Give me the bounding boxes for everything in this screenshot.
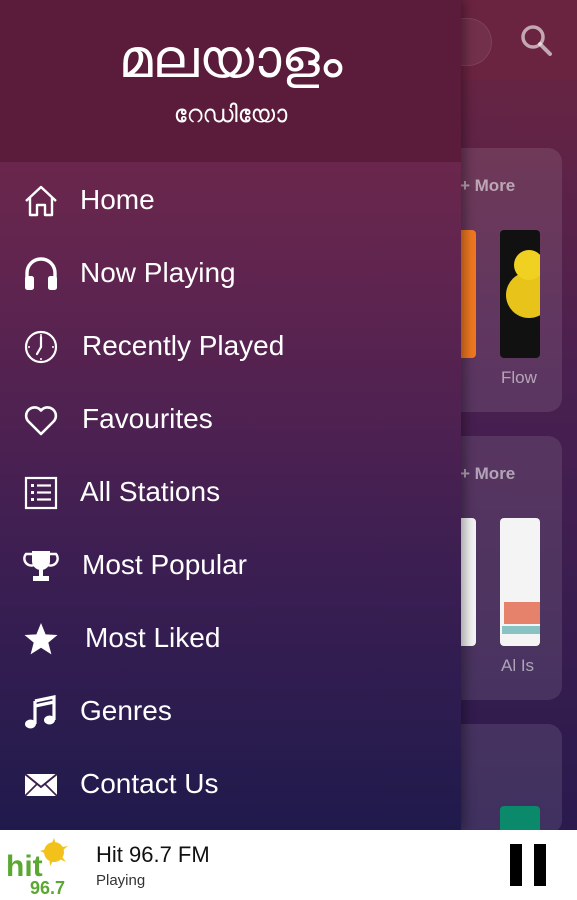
menu-item-most-liked[interactable]: Most Liked <box>0 606 461 672</box>
menu-item-favourites[interactable]: Favourites <box>0 387 461 453</box>
menu-label: Home <box>80 184 155 215</box>
station-label: Al Is <box>501 656 535 675</box>
more-link[interactable]: + More <box>460 176 515 196</box>
heart-icon <box>24 406 58 436</box>
station-logo: hit 96.7 <box>6 838 68 896</box>
menu-item-most-popular[interactable]: Most Popular <box>0 533 461 599</box>
section-card: + More Al Is <box>448 436 562 700</box>
now-playing-station: Hit 96.7 FM <box>96 842 210 867</box>
search-icon[interactable] <box>518 22 554 58</box>
envelope-icon <box>24 773 58 797</box>
menu-label: All Stations <box>80 476 221 507</box>
menu-label: Favourites <box>82 403 213 434</box>
menu-item-home[interactable]: Home <box>0 168 461 234</box>
headphones-icon <box>25 257 57 290</box>
menu-item-now-playing[interactable]: Now Playing <box>0 241 461 307</box>
station-label: Flow <box>501 368 537 387</box>
menu-item-all-stations[interactable]: All Stations <box>0 460 461 526</box>
trophy-icon <box>23 551 59 581</box>
pause-button[interactable] <box>504 840 554 890</box>
app-subtitle: റേഡിയോ <box>173 100 288 128</box>
menu-label: Contact Us <box>80 768 219 799</box>
station-tile[interactable] <box>500 230 540 358</box>
logo-number: 96.7 <box>30 878 65 896</box>
menu-label: Recently Played <box>82 330 285 361</box>
menu-label: Most Popular <box>82 549 247 580</box>
menu-label: Most Liked <box>85 622 221 653</box>
menu-item-genres[interactable]: Genres <box>0 679 461 745</box>
menu-item-contact-us[interactable]: Contact Us <box>0 752 461 818</box>
station-tile[interactable] <box>500 518 540 646</box>
menu-label: Now Playing <box>80 257 236 288</box>
clock-icon <box>24 330 58 364</box>
playback-status: Playing <box>96 872 146 889</box>
menu-item-recently-played[interactable]: Recently Played <box>0 314 461 380</box>
star-icon <box>24 623 58 655</box>
music-note-icon <box>25 695 56 729</box>
section-card: + More Flow <box>448 148 562 412</box>
pause-icon <box>504 840 554 890</box>
app-title: മലയാളം <box>118 27 343 90</box>
more-link[interactable]: + More <box>460 464 515 484</box>
home-icon <box>25 185 57 217</box>
mini-player[interactable]: hit 96.7 Hit 96.7 FM Playing <box>0 830 577 900</box>
drawer-header: മലയാളം റേഡിയോ <box>0 0 461 162</box>
navigation-drawer: മലയാളം റേഡിയോ Home Now Playing Recently … <box>0 0 461 830</box>
menu-label: Genres <box>80 695 172 726</box>
section-card <box>448 724 562 834</box>
list-icon <box>24 476 58 510</box>
